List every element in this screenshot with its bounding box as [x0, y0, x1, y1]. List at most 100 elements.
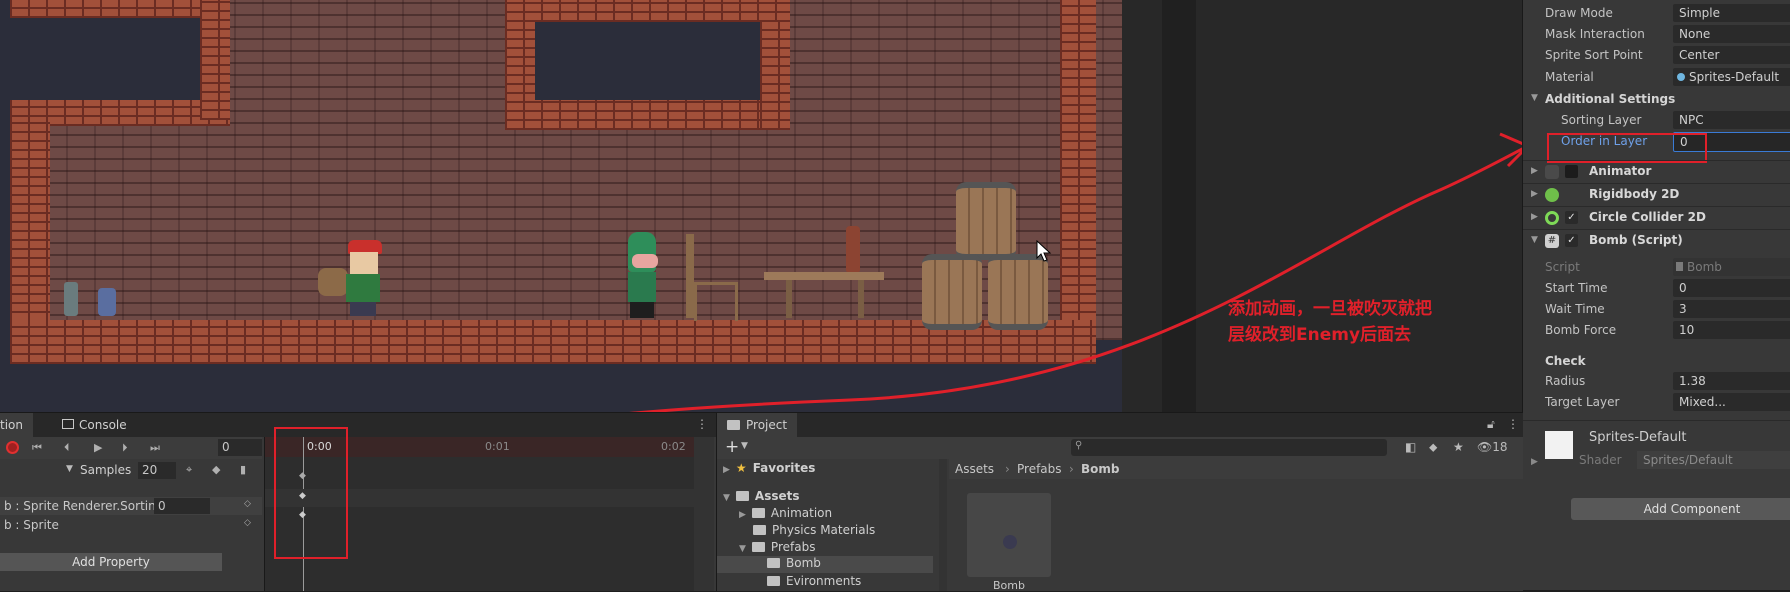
chevron-right-icon: ▶ — [1531, 212, 1538, 222]
circle-collider-component-header[interactable]: ▶ ✓ Circle Collider 2D — [1523, 206, 1790, 229]
asset-thumbnail[interactable] — [967, 493, 1051, 577]
wait-time-input[interactable]: 3 — [1673, 300, 1790, 318]
bomb-script-enable-checkbox[interactable]: ✓ — [1565, 234, 1578, 247]
enemy-character[interactable] — [624, 232, 660, 318]
sprite-sort-point-dropdown[interactable]: Center — [1673, 46, 1790, 64]
previous-keyframe-icon[interactable]: ⏴ — [64, 441, 70, 455]
scene-view[interactable] — [0, 0, 1160, 412]
radius-input[interactable]: 1.38 — [1673, 372, 1790, 390]
tree-item-bomb[interactable]: Bomb — [717, 556, 933, 573]
tree-item-assets[interactable]: ▼ Assets — [723, 489, 800, 503]
tree-scrollbar[interactable] — [939, 459, 947, 591]
eye-icon: 👁︎ — [1477, 440, 1493, 454]
tree-item-evironments[interactable]: Evironments — [767, 574, 861, 588]
property-row[interactable]: b : Sprite ◇ — [0, 516, 262, 534]
samples-input[interactable]: 20 — [138, 462, 176, 479]
chevron-down-icon[interactable]: ▼ — [741, 441, 748, 451]
asset-label[interactable]: Bomb — [993, 579, 1025, 592]
last-keyframe-icon[interactable]: ⏭ — [150, 441, 160, 455]
target-layer-label: Target Layer — [1545, 395, 1620, 409]
barrel-prop — [988, 254, 1048, 330]
tree-item-favorites[interactable]: ▶ ★ Favorites — [723, 461, 815, 475]
assets-label: Assets — [754, 489, 800, 503]
search-icon: ⚲ — [1075, 440, 1083, 451]
brick-ledge — [10, 0, 230, 18]
search-input[interactable]: ⚲ — [1071, 439, 1387, 456]
bomb-script-component-header[interactable]: ▼ # ✓ Bomb (Script) — [1523, 229, 1790, 252]
component-name: Circle Collider 2D — [1589, 210, 1706, 224]
chevron-down-icon: ▼ — [1531, 235, 1538, 245]
material-field[interactable]: Sprites-Default — [1673, 68, 1790, 86]
annotation-text: 添加动画，一旦被吹灭就把 层级改到Enemy后面去 — [1228, 296, 1432, 348]
barrel-prop — [922, 254, 982, 330]
sorting-layer-dropdown[interactable]: NPC — [1673, 111, 1790, 129]
record-icon[interactable] — [6, 441, 19, 454]
hidden-count[interactable]: 👁︎18 — [1477, 440, 1508, 454]
bomb-force-input[interactable]: 10 — [1673, 321, 1790, 339]
console-tab-label: Console — [79, 418, 127, 432]
project-tab-label: Project — [746, 418, 788, 432]
lock-icon[interactable]: 🔓︎ — [1487, 417, 1495, 432]
keyframe-diamond-icon[interactable]: ◇ — [244, 499, 251, 509]
property-value-input[interactable]: 0 — [154, 498, 210, 514]
project-panel: Project 🔓︎ ⋮ + ▼ ⚲ ◧ ⬥ ★ 👁︎18 ▶ ★ Favorite… — [716, 412, 1523, 592]
material-row: Material Sprites-Default — [1523, 67, 1790, 88]
folder-label: Bomb — [786, 556, 821, 570]
additional-settings-row[interactable]: ▼ Additional Settings — [1523, 89, 1790, 110]
tab-console[interactable]: Console — [52, 413, 137, 437]
first-keyframe-icon[interactable]: ⏮ — [32, 441, 42, 455]
play-icon[interactable]: ▶ — [94, 441, 102, 454]
more-options-icon[interactable]: ⋮ — [1507, 417, 1519, 431]
add-component-button[interactable]: Add Component — [1571, 498, 1790, 520]
breadcrumb-bomb[interactable]: Bomb — [1081, 462, 1119, 476]
frame-input[interactable]: 0 — [218, 439, 262, 456]
draw-mode-row: Draw Mode Simple — [1523, 3, 1790, 24]
next-keyframe-icon[interactable]: ⏵ — [122, 441, 128, 455]
table-leg — [786, 280, 792, 318]
breadcrumb-prefabs[interactable]: Prefabs — [1017, 462, 1062, 476]
property-row[interactable]: b : Sprite Renderer.Sorting 0 ◇ — [0, 497, 262, 515]
chair-prop — [686, 234, 694, 318]
filter-type-icon[interactable]: ◧ — [1405, 440, 1416, 454]
mask-interaction-dropdown[interactable]: None — [1673, 25, 1790, 43]
folder-label: Prefabs — [770, 540, 816, 554]
bomb-icon — [1003, 535, 1017, 549]
add-event-icon[interactable]: ◆ — [212, 463, 220, 476]
add-property-button[interactable]: Add Property — [0, 553, 222, 571]
project-tree: ▶ ★ Favorites ▼ Assets ▶ Animation Physics M… — [717, 459, 939, 591]
tree-item-animation[interactable]: ▶ Animation — [739, 506, 832, 520]
player-character[interactable] — [318, 240, 382, 316]
target-layer-dropdown[interactable]: Mixed... — [1673, 393, 1790, 411]
tree-item-prefabs[interactable]: ▼ Prefabs — [739, 540, 815, 554]
add-marker-icon[interactable]: ▮ — [240, 463, 246, 476]
tab-animation[interactable]: tion — [0, 413, 33, 437]
tree-item-physics-materials[interactable]: Physics Materials — [753, 523, 875, 537]
tab-project[interactable]: Project — [717, 413, 798, 437]
clip-dropdown-icon[interactable]: ▼ — [66, 464, 73, 474]
rigidbody-icon — [1545, 188, 1559, 202]
shader-dropdown[interactable]: Sprites/Default — [1637, 451, 1790, 469]
breadcrumb-assets[interactable]: Assets — [955, 462, 994, 476]
sorting-layer-row: Sorting Layer NPC — [1523, 110, 1790, 131]
star-icon[interactable]: ★ — [1453, 440, 1464, 454]
keyframe-diamond-icon[interactable]: ◇ — [244, 518, 251, 528]
filter-label-icon[interactable]: ⬥ — [1429, 440, 1437, 455]
circle-collider-icon — [1545, 211, 1559, 225]
breadcrumb: Assets › Prefabs › Bomb — [949, 459, 1523, 479]
rigidbody-component-header[interactable]: ▶ Rigidbody 2D — [1523, 183, 1790, 206]
sorting-layer-label: Sorting Layer — [1561, 113, 1642, 127]
animator-component-header[interactable]: ▶ Animator — [1523, 160, 1790, 183]
add-keyframe-icon[interactable]: ⌖ — [186, 463, 192, 477]
wait-time-label: Wait Time — [1545, 302, 1605, 316]
circle-collider-enable-checkbox[interactable]: ✓ — [1565, 211, 1578, 224]
start-time-row: Start Time 0 — [1523, 278, 1790, 299]
create-icon[interactable]: + — [725, 437, 739, 457]
radius-row: Radius 1.38 — [1523, 371, 1790, 392]
more-options-icon[interactable]: ⋮ — [696, 417, 708, 431]
brick-column — [10, 120, 50, 340]
chevron-right-icon: ▶ — [1531, 189, 1538, 199]
timeline-scrollbar[interactable] — [694, 437, 714, 591]
start-time-input[interactable]: 0 — [1673, 279, 1790, 297]
animator-enable-checkbox[interactable] — [1565, 165, 1578, 178]
draw-mode-dropdown[interactable]: Simple — [1673, 4, 1790, 22]
